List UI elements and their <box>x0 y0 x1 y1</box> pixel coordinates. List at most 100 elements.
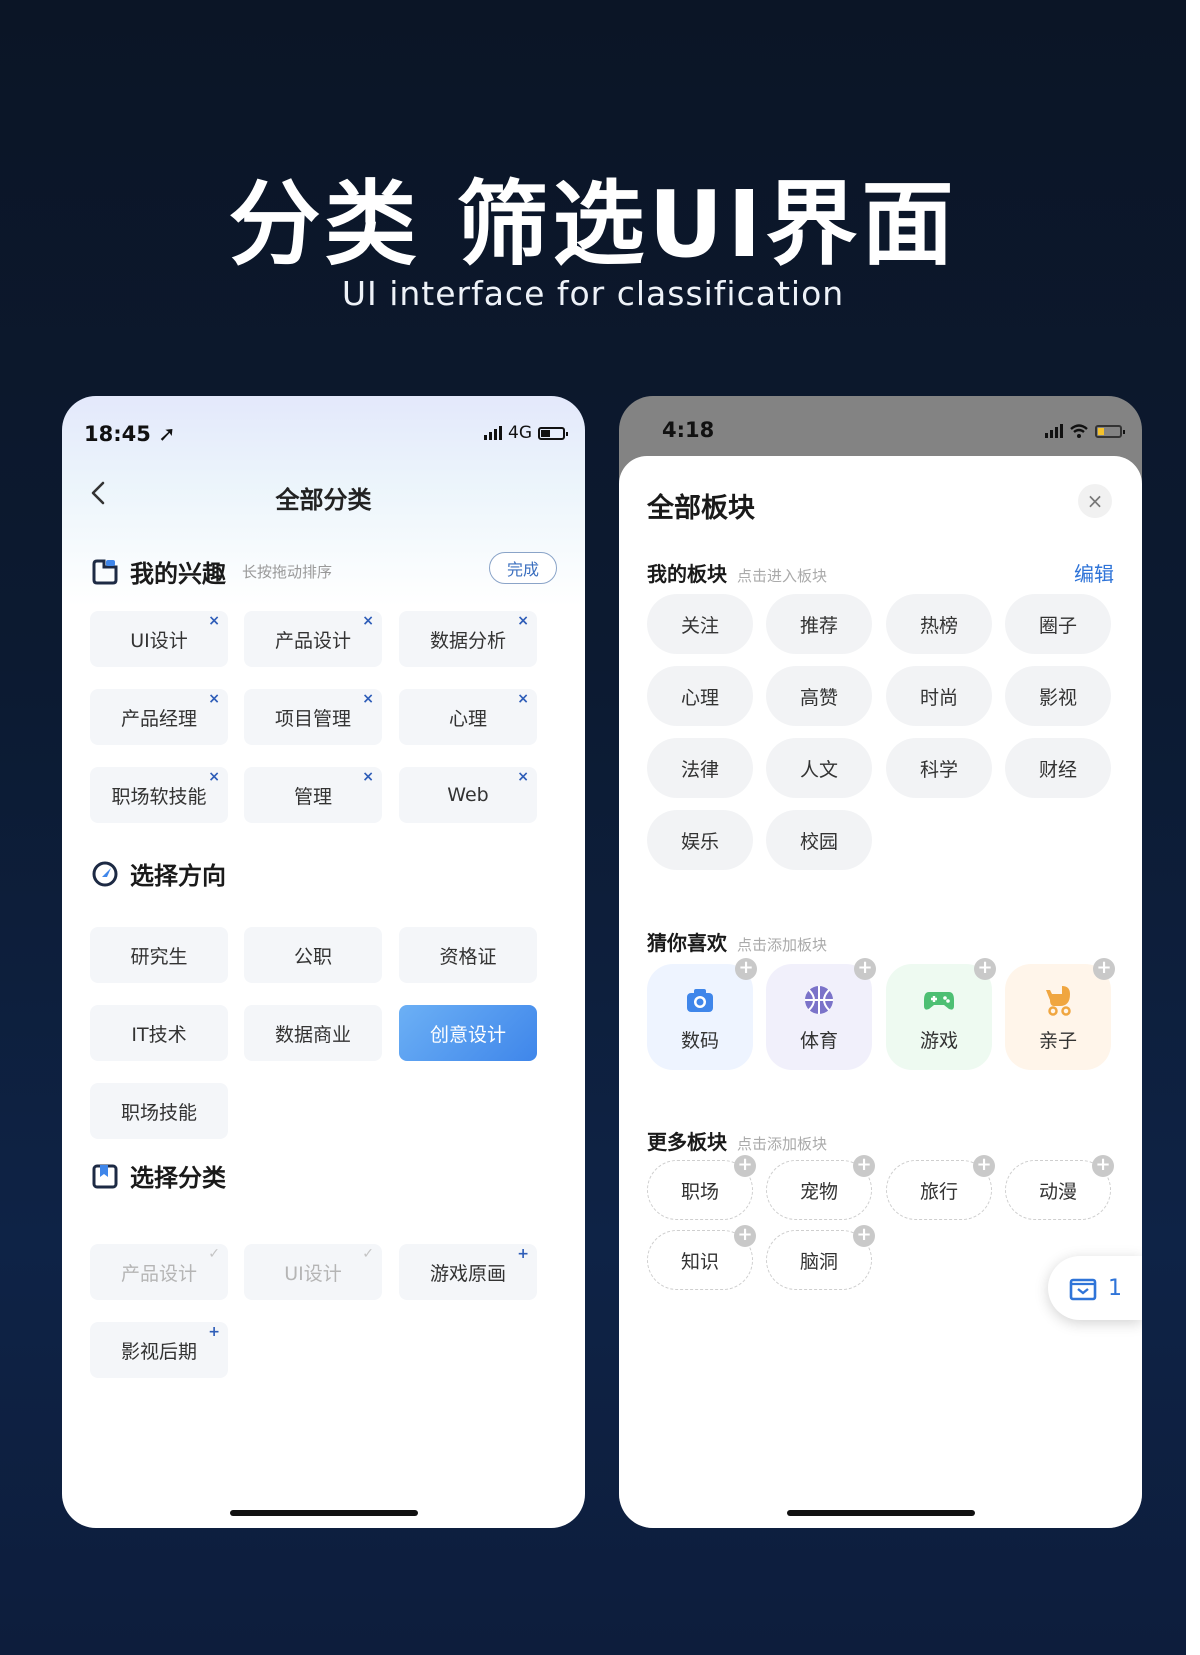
tag-label: 公职 <box>293 945 332 968</box>
add-icon[interactable]: + <box>973 1155 995 1177</box>
board-item[interactable]: 娱乐 <box>647 810 753 870</box>
interest-tag[interactable]: 管理 × <box>244 767 382 823</box>
tag-label: 创意设计 <box>429 1023 506 1046</box>
interests-header: 我的兴趣 长按拖动排序 <box>90 554 332 589</box>
tag-label: 产品经理 <box>120 707 197 730</box>
wifi-icon <box>1070 424 1088 438</box>
direction-tag-selected[interactable]: 创意设计 <box>399 1005 537 1061</box>
battery-icon <box>538 426 568 440</box>
interest-tag[interactable]: 项目管理 × <box>244 689 382 745</box>
camera-icon <box>687 988 713 1012</box>
board-item[interactable]: 法律 <box>647 738 753 798</box>
remove-icon[interactable]: × <box>362 691 374 707</box>
add-icon[interactable]: + <box>734 1225 756 1247</box>
more-board-item[interactable]: + 宠物 <box>766 1155 875 1220</box>
tag-label: Web <box>447 784 489 806</box>
floating-count: 1 <box>1108 1275 1122 1301</box>
remove-icon[interactable]: × <box>208 769 220 785</box>
direction-tag[interactable]: 职场技能 <box>90 1083 228 1139</box>
suggest-card[interactable]: + 亲子 <box>1005 958 1115 1070</box>
suggest-card[interactable]: + 数码 <box>647 958 757 1070</box>
signal-icon <box>1045 424 1063 438</box>
more-board-label: 职场 <box>680 1180 719 1203</box>
category-tag[interactable]: 产品设计 ✓ <box>90 1244 228 1300</box>
more-board-item[interactable]: + 旅行 <box>886 1155 995 1220</box>
board-item[interactable]: 财经 <box>1005 738 1111 798</box>
remove-icon[interactable]: × <box>208 691 220 707</box>
interest-tag[interactable]: 数据分析 × <box>399 611 537 667</box>
board-item[interactable]: 人文 <box>766 738 872 798</box>
page-title: 分类 筛选UI界面 <box>228 171 958 278</box>
location-icon: ➚ <box>158 422 176 446</box>
tray-icon <box>1069 1278 1097 1301</box>
interests-hint: 长按拖动排序 <box>242 563 333 581</box>
interest-tag[interactable]: 产品设计 × <box>244 611 382 667</box>
more-board-item[interactable]: + 职场 <box>647 1155 756 1220</box>
more-header: 更多板块 点击添加板块 <box>647 1126 827 1155</box>
board-item[interactable]: 热榜 <box>886 594 992 654</box>
suggest-card[interactable]: + 体育 <box>766 958 876 1070</box>
category-tag[interactable]: 游戏原画 + <box>399 1244 537 1300</box>
add-icon[interactable]: + <box>734 1155 756 1177</box>
board-item[interactable]: 圈子 <box>1005 594 1111 654</box>
remove-icon[interactable]: × <box>362 613 374 629</box>
add-icon[interactable]: + <box>735 958 757 980</box>
more-board-item[interactable]: + 动漫 <box>1005 1155 1114 1220</box>
done-button[interactable]: 完成 <box>489 552 557 584</box>
direction-tag[interactable]: 研究生 <box>90 927 228 983</box>
floating-selected-button[interactable]: 1 <box>1048 1256 1142 1320</box>
check-icon[interactable]: ✓ <box>362 1246 374 1262</box>
board-item[interactable]: 科学 <box>886 738 992 798</box>
add-icon[interactable]: + <box>517 1246 529 1262</box>
category-title: 选择分类 <box>130 1164 226 1192</box>
close-button[interactable]: × <box>1078 484 1112 518</box>
my-boards-header: 我的板块 点击进入板块 <box>647 558 827 587</box>
check-icon[interactable]: ✓ <box>208 1246 220 1262</box>
tag-label: UI设计 <box>130 629 188 652</box>
category-header: 选择分类 <box>90 1158 226 1193</box>
add-icon[interactable]: + <box>853 1225 875 1247</box>
direction-tag[interactable]: 公职 <box>244 927 382 983</box>
direction-tag[interactable]: 资格证 <box>399 927 537 983</box>
remove-icon[interactable]: × <box>517 613 529 629</box>
category-tag[interactable]: UI设计 ✓ <box>244 1244 382 1300</box>
board-item[interactable]: 关注 <box>647 594 753 654</box>
suggest-card-label: 体育 <box>799 1029 838 1052</box>
add-icon[interactable]: + <box>1093 958 1115 980</box>
remove-icon[interactable]: × <box>362 769 374 785</box>
add-icon[interactable]: + <box>854 958 876 980</box>
interest-tag[interactable]: 职场软技能 × <box>90 767 228 823</box>
home-indicator <box>786 1510 975 1516</box>
more-board-item[interactable]: + 知识 <box>647 1225 756 1290</box>
interest-tag[interactable]: 心理 × <box>399 689 537 745</box>
direction-tag[interactable]: IT技术 <box>90 1005 228 1061</box>
add-icon[interactable]: + <box>974 958 996 980</box>
interest-tag[interactable]: 产品经理 × <box>90 689 228 745</box>
gamepad-icon <box>924 991 954 1010</box>
guess-hint: 点击添加板块 <box>737 936 828 954</box>
board-item[interactable]: 高赞 <box>766 666 872 726</box>
direction-tag[interactable]: 数据商业 <box>244 1005 382 1061</box>
suggest-card-label: 亲子 <box>1038 1029 1077 1052</box>
board-item[interactable]: 推荐 <box>766 594 872 654</box>
status-time: 18:45 ➚ <box>84 422 176 446</box>
add-icon[interactable]: + <box>1092 1155 1114 1177</box>
edit-button[interactable]: 编辑 <box>1074 558 1114 587</box>
board-item[interactable]: 校园 <box>766 810 872 870</box>
remove-icon[interactable]: × <box>517 691 529 707</box>
remove-icon[interactable]: × <box>517 769 529 785</box>
category-tag[interactable]: 影视后期 + <box>90 1322 228 1378</box>
board-item[interactable]: 影视 <box>1005 666 1111 726</box>
board-item[interactable]: 心理 <box>647 666 753 726</box>
add-icon[interactable]: + <box>208 1324 220 1340</box>
add-icon[interactable]: + <box>853 1155 875 1177</box>
more-board-item[interactable]: + 脑洞 <box>766 1225 875 1290</box>
interest-tag[interactable]: Web × <box>399 767 537 823</box>
network-label: 4G <box>508 423 532 443</box>
suggest-card-label: 游戏 <box>919 1029 958 1052</box>
board-item[interactable]: 时尚 <box>886 666 992 726</box>
tag-label: 管理 <box>293 785 332 808</box>
remove-icon[interactable]: × <box>208 613 220 629</box>
suggest-card[interactable]: + 游戏 <box>886 958 996 1070</box>
interest-tag[interactable]: UI设计 × <box>90 611 228 667</box>
